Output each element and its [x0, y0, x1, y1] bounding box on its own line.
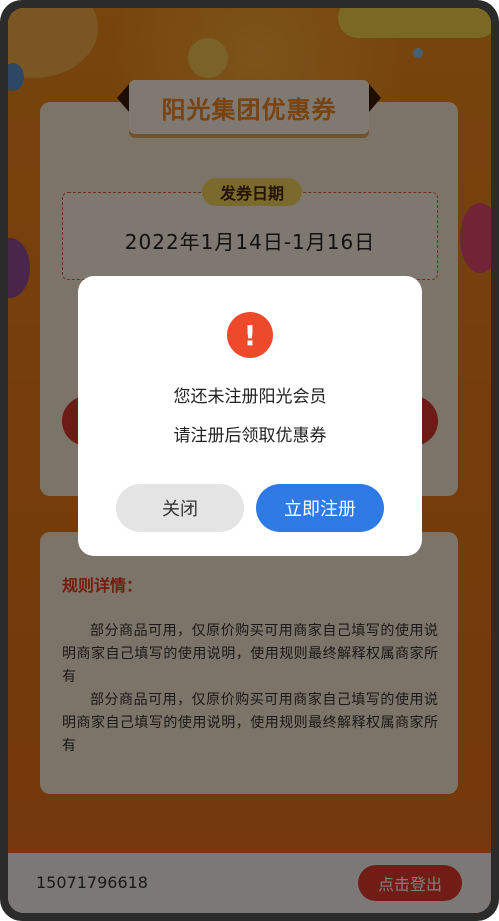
phone-frame: 阳光集团优惠券 发券日期 2022年1月14日-1月16日 规则详情： 部分商品… [0, 0, 499, 921]
register-prompt-dialog: ! 您还未注册阳光会员 请注册后领取优惠券 关闭 立即注册 [78, 276, 422, 556]
app-screen: 阳光集团优惠券 发券日期 2022年1月14日-1月16日 规则详情： 部分商品… [8, 8, 491, 913]
exclamation-icon: ! [227, 312, 273, 358]
close-button[interactable]: 关闭 [116, 484, 244, 532]
dialog-message-line2: 请注册后领取优惠券 [173, 426, 327, 446]
register-button[interactable]: 立即注册 [256, 484, 384, 532]
dialog-message-line1: 您还未注册阳光会员 [173, 387, 327, 407]
